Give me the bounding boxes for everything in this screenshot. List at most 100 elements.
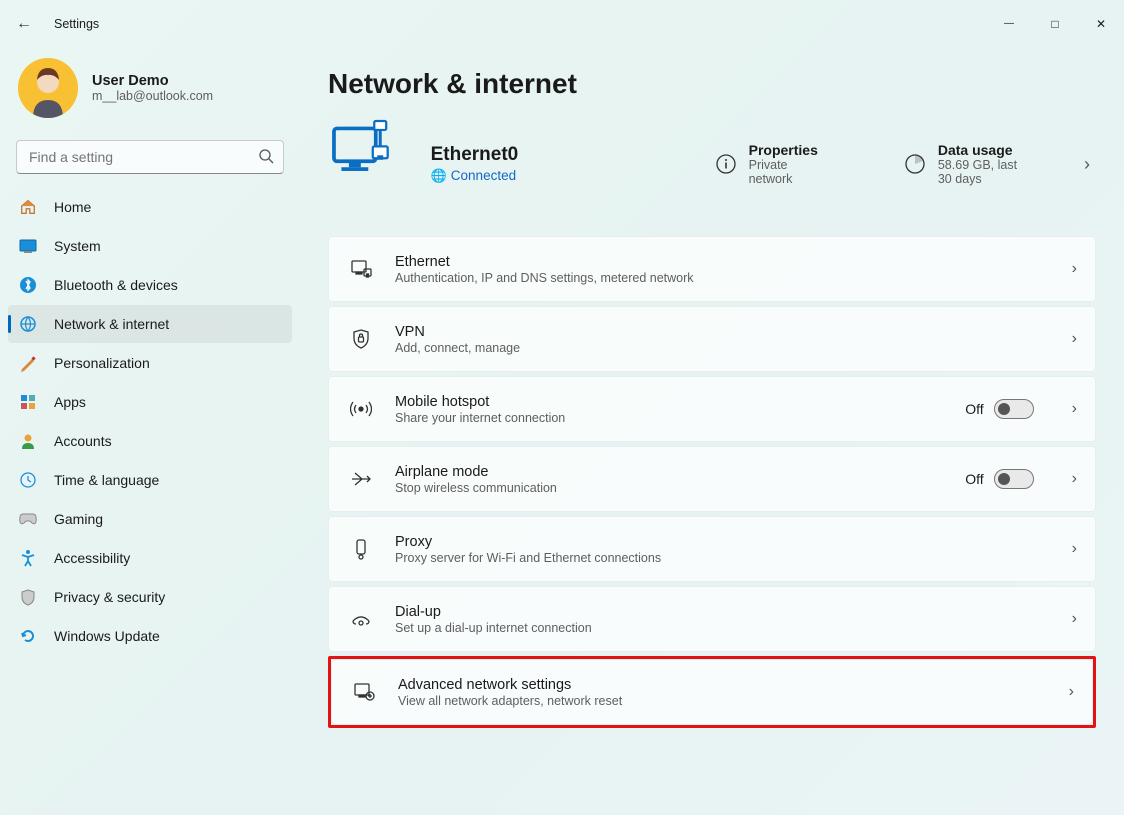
system-icon	[18, 236, 38, 256]
vpn-icon	[347, 328, 375, 350]
chevron-right-icon: ›	[1072, 260, 1077, 278]
nav-label: Windows Update	[54, 628, 160, 644]
gaming-icon	[18, 509, 38, 529]
properties-card[interactable]: Properties Private network	[707, 142, 826, 186]
hero-row: Ethernet0 🌐Connected Properties Private …	[328, 118, 1096, 210]
chevron-right-icon[interactable]: ›	[1070, 154, 1096, 175]
data-usage-card[interactable]: Data usage 58.69 GB, last 30 days	[896, 142, 1042, 186]
nav-item-personalization[interactable]: Personalization	[8, 344, 292, 382]
chevron-right-icon: ›	[1072, 400, 1077, 418]
user-email: m__lab@outlook.com	[92, 89, 213, 103]
card-desc: Add, connect, manage	[395, 341, 1052, 355]
card-title: Mobile hotspot	[395, 394, 945, 410]
desktop-ethernet-icon	[328, 118, 403, 210]
search-icon	[258, 148, 274, 168]
profile-block[interactable]: User Demo m__lab@outlook.com	[0, 54, 300, 132]
nav-item-privacy[interactable]: Privacy & security	[8, 578, 292, 616]
privacy-icon	[18, 587, 38, 607]
card-vpn[interactable]: VPN Add, connect, manage ›	[328, 306, 1096, 372]
user-name: User Demo	[92, 73, 213, 89]
sidebar: User Demo m__lab@outlook.com Home System…	[0, 48, 300, 815]
card-airplane[interactable]: Airplane mode Stop wireless communicatio…	[328, 446, 1096, 512]
nav-label: Network & internet	[54, 316, 169, 332]
chevron-right-icon: ›	[1069, 683, 1074, 701]
dialup-icon	[347, 610, 375, 628]
nav-item-bluetooth[interactable]: Bluetooth & devices	[8, 266, 292, 304]
nav-item-accessibility[interactable]: Accessibility	[8, 539, 292, 577]
home-icon	[18, 197, 38, 217]
accessibility-icon	[18, 548, 38, 568]
card-desc: Proxy server for Wi-Fi and Ethernet conn…	[395, 551, 1052, 565]
data-usage-desc: 58.69 GB, last 30 days	[938, 158, 1034, 186]
time-icon	[18, 470, 38, 490]
nav-item-apps[interactable]: Apps	[8, 383, 292, 421]
avatar	[18, 58, 78, 118]
connection-name: Ethernet0	[431, 144, 651, 166]
properties-desc: Private network	[749, 158, 818, 186]
nav-label: Bluetooth & devices	[54, 277, 178, 293]
card-proxy[interactable]: Proxy Proxy server for Wi-Fi and Etherne…	[328, 516, 1096, 582]
nav-label: Accessibility	[54, 550, 130, 566]
ethernet-icon	[347, 259, 375, 279]
apps-icon	[18, 392, 38, 412]
nav-item-home[interactable]: Home	[8, 188, 292, 226]
back-button[interactable]: ←	[16, 15, 44, 33]
data-usage-title: Data usage	[938, 142, 1034, 158]
nav-item-system[interactable]: System	[8, 227, 292, 265]
card-desc: Set up a dial-up internet connection	[395, 621, 1052, 635]
title-bar: ← Settings — □ ✕	[0, 0, 1124, 48]
nav-item-accounts[interactable]: Accounts	[8, 422, 292, 460]
card-ethernet[interactable]: Ethernet Authentication, IP and DNS sett…	[328, 236, 1096, 302]
nav-item-gaming[interactable]: Gaming	[8, 500, 292, 538]
bluetooth-icon	[18, 275, 38, 295]
proxy-icon	[347, 538, 375, 560]
hotspot-toggle[interactable]	[994, 399, 1034, 419]
card-advanced-network[interactable]: Advanced network settings View all netwo…	[331, 659, 1093, 725]
nav-label: Personalization	[54, 355, 150, 371]
nav-list: Home System Bluetooth & devices Network …	[0, 188, 300, 655]
globe-icon: 🌐	[431, 168, 447, 183]
airplane-icon	[347, 469, 375, 489]
nav-label: System	[54, 238, 101, 254]
card-desc: View all network adapters, network reset	[398, 694, 1049, 708]
chevron-right-icon: ›	[1072, 330, 1077, 348]
hotspot-icon	[347, 399, 375, 419]
toggle-label: Off	[965, 401, 983, 417]
card-desc: Share your internet connection	[395, 411, 945, 425]
search-input[interactable]	[16, 140, 284, 174]
card-desc: Stop wireless communication	[395, 481, 945, 495]
nav-item-update[interactable]: Windows Update	[8, 617, 292, 655]
chevron-right-icon: ›	[1072, 540, 1077, 558]
airplane-toggle[interactable]	[994, 469, 1034, 489]
nav-label: Home	[54, 199, 91, 215]
card-title: Dial-up	[395, 604, 1052, 620]
close-button[interactable]: ✕	[1078, 0, 1124, 48]
chevron-right-icon: ›	[1072, 470, 1077, 488]
card-dialup[interactable]: Dial-up Set up a dial-up internet connec…	[328, 586, 1096, 652]
maximize-button[interactable]: □	[1032, 0, 1078, 48]
card-title: Airplane mode	[395, 464, 945, 480]
data-usage-icon	[904, 153, 926, 175]
nav-label: Time & language	[54, 472, 159, 488]
highlight-annotation: Advanced network settings View all netwo…	[328, 656, 1096, 728]
nav-item-time[interactable]: Time & language	[8, 461, 292, 499]
advanced-network-icon	[350, 682, 378, 702]
nav-item-network[interactable]: Network & internet	[8, 305, 292, 343]
card-title: Advanced network settings	[398, 677, 1049, 693]
window-title: Settings	[54, 17, 99, 31]
card-mobile-hotspot[interactable]: Mobile hotspot Share your internet conne…	[328, 376, 1096, 442]
properties-title: Properties	[749, 142, 818, 158]
minimize-button[interactable]: —	[986, 0, 1032, 48]
chevron-right-icon: ›	[1072, 610, 1077, 628]
nav-label: Apps	[54, 394, 86, 410]
card-title: Proxy	[395, 534, 1052, 550]
connection-status: 🌐Connected	[431, 168, 651, 184]
card-title: VPN	[395, 324, 1052, 340]
accounts-icon	[18, 431, 38, 451]
personalization-icon	[18, 353, 38, 373]
nav-label: Gaming	[54, 511, 103, 527]
update-icon	[18, 626, 38, 646]
search-box	[16, 140, 284, 174]
card-title: Ethernet	[395, 254, 1052, 270]
nav-label: Privacy & security	[54, 589, 165, 605]
